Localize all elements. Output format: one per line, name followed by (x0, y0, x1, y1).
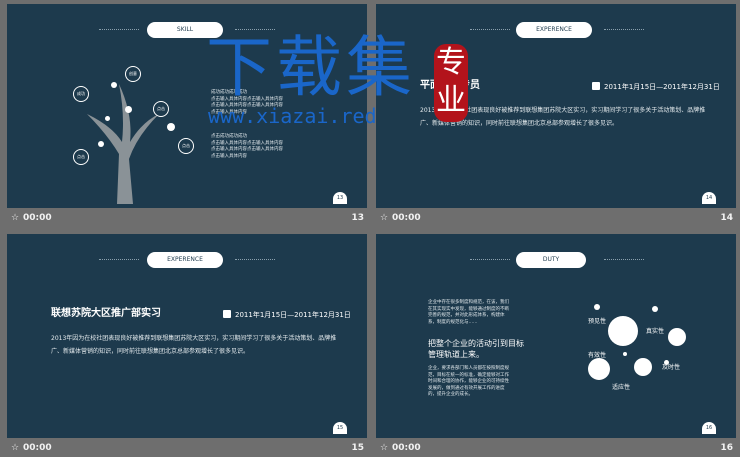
transition-time: 00:00 (23, 213, 52, 223)
duty-circle (634, 358, 652, 376)
page-badge: 15 (333, 422, 347, 434)
watermark-url: www.xiazai.red (208, 104, 377, 128)
watermark-title: 下载集 (206, 29, 416, 106)
tree-graphic (87, 84, 159, 204)
divider-right (235, 259, 275, 262)
star-icon: ☆ (11, 213, 20, 223)
duty-heading: 把整个企业的活动引到目标管理轨道上来。 (428, 339, 524, 359)
tree-dot (167, 123, 175, 131)
calendar-icon (223, 310, 231, 318)
duty-label: 预见性 (588, 318, 607, 325)
date-range: 2011年1月15日—2011年12月31日 (223, 310, 351, 320)
tree-dot (125, 106, 132, 113)
duty-text: 企业，要求各部门和人员都在按照制度规范，目标在统一的标准，确定能够对工作时间和合… (428, 366, 509, 397)
slide-thumbnail-15[interactable]: EXPERENCE 联想苏院大区推广部实习 2011年1月15日—2011年12… (5, 232, 368, 457)
page-badge: 13 (333, 192, 347, 204)
duty-label: 适应性 (612, 384, 631, 391)
tree-node: 创意 (125, 66, 141, 82)
calendar-icon (592, 82, 600, 90)
tree-dot (105, 116, 110, 121)
slide-number: 14 (720, 213, 733, 223)
duty-circle (594, 304, 600, 310)
date-range: 2011年1月15日—2011年12月31日 (592, 82, 720, 92)
duty-intro: 企业中存在很多制度和规范，在该，我们在其实现实中发现，能够通过制度的不断完善的规… (428, 300, 509, 325)
page-badge: 14 (702, 192, 716, 204)
section-pill: EXPERENCE (147, 252, 223, 268)
slide-14-canvas: EXPERENCE 平面设计专员 2011年1月15日—2011年12月31日 … (376, 4, 736, 208)
duty-circle (623, 352, 627, 356)
tree-node: 成功 (73, 86, 89, 102)
skill-text: 点击成功成功成功 点击输入具体内容点击输入具体内容 点击输入具体内容点击输入具体… (211, 134, 283, 159)
slide-footer: ☆ 00:00 13 (5, 210, 368, 227)
tree-node: 点击 (178, 138, 194, 154)
divider-left (470, 259, 510, 262)
slide-footer: ☆ 00:00 16 (374, 440, 737, 457)
experience-body: 2013年因为在校社团表现良好被推荐到联想集团苏院大区实习，实习期间学习了很多关… (51, 335, 337, 355)
transition-time: 00:00 (392, 443, 421, 453)
duty-circle (668, 328, 686, 346)
duty-circle (608, 316, 638, 346)
slide-number: 15 (351, 443, 364, 453)
page-badge: 16 (702, 422, 716, 434)
star-icon: ☆ (380, 213, 389, 223)
divider-right (604, 259, 644, 262)
tree-dot (98, 141, 104, 147)
tree-node: 点击 (73, 149, 89, 165)
section-pill: DUTY (516, 252, 586, 268)
date-text: 2011年1月15日—2011年12月31日 (604, 83, 720, 91)
watermark-badge: 专业 (434, 44, 468, 122)
duty-label: 及时性 (662, 364, 681, 371)
tree-node: 点击 (153, 101, 169, 117)
divider-right (604, 29, 644, 32)
transition-time: 00:00 (392, 213, 421, 223)
tree-dot (111, 82, 117, 88)
duty-circle (588, 358, 610, 380)
slide-thumbnail-16[interactable]: DUTY 企业中存在很多制度和规范，在该，我们在其实现实中发现，能够通过制度的不… (374, 232, 737, 457)
date-text: 2011年1月15日—2011年12月31日 (235, 311, 351, 319)
divider-left (99, 259, 139, 262)
slide-number: 13 (351, 213, 364, 223)
duty-circle (652, 306, 658, 312)
transition-time: 00:00 (23, 443, 52, 453)
slide-thumbnail-14[interactable]: EXPERENCE 平面设计专员 2011年1月15日—2011年12月31日 … (374, 2, 737, 227)
slide-footer: ☆ 00:00 15 (5, 440, 368, 457)
divider-left (99, 29, 139, 32)
star-icon: ☆ (11, 443, 20, 453)
experience-title: 联想苏院大区推广部实习 (51, 308, 161, 319)
duty-label: 真实性 (646, 328, 665, 335)
slide-15-canvas: EXPERENCE 联想苏院大区推广部实习 2011年1月15日—2011年12… (7, 234, 367, 438)
star-icon: ☆ (380, 443, 389, 453)
divider-left (470, 29, 510, 32)
slide-number: 16 (720, 443, 733, 453)
duty-label: 有效性 (588, 352, 607, 359)
slide-footer: ☆ 00:00 14 (374, 210, 737, 227)
slide-16-canvas: DUTY 企业中存在很多制度和规范，在该，我们在其实现实中发现，能够通过制度的不… (376, 234, 736, 438)
section-pill: EXPERENCE (516, 22, 592, 38)
